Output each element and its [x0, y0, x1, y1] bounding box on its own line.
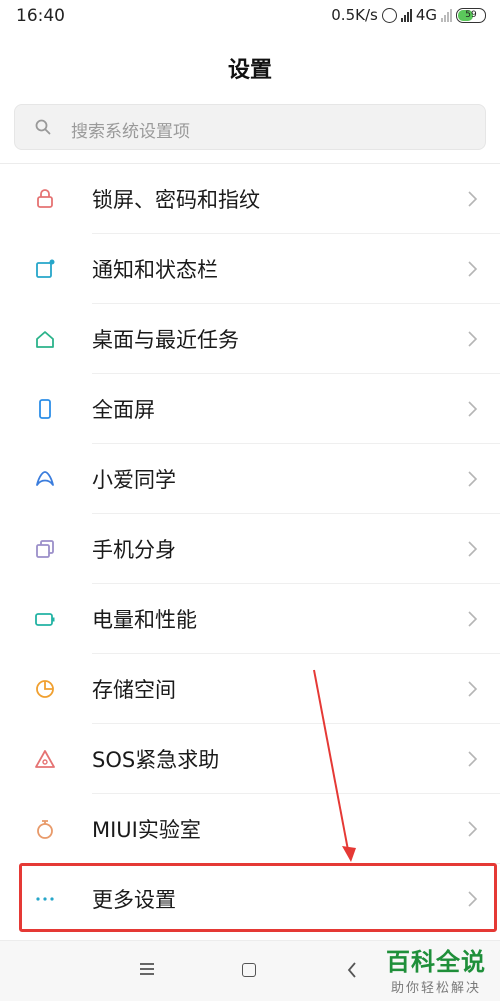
highlight-box — [19, 863, 497, 932]
lock-icon — [37, 189, 53, 208]
chevron-right-icon — [468, 191, 478, 207]
home-button-icon[interactable] — [242, 963, 256, 977]
phone-icon — [39, 399, 51, 419]
sos-icon — [35, 750, 55, 768]
settings-item-label: MIUI实验室 — [92, 818, 201, 842]
search-placeholder: 搜索系统设置项 — [71, 122, 190, 142]
signal-icon — [400, 8, 412, 22]
chevron-right-icon — [468, 261, 478, 277]
settings-list: 锁屏、密码和指纹 通知和状态栏 桌面与最近任务 全面屏小爱同学手机分身电量和性能存储空… — [0, 164, 500, 934]
chevron-right-icon — [468, 611, 478, 627]
settings-item-label: SOS紧急求助 — [92, 748, 220, 772]
settings-item-label: 手机分身 — [92, 538, 176, 562]
xiaoai-icon — [36, 471, 54, 486]
settings-item[interactable]: 电量和性能 — [0, 584, 500, 654]
page-title: 设置 — [227, 58, 272, 83]
alarm-icon — [381, 7, 397, 23]
signal-secondary-icon — [441, 8, 452, 22]
settings-item[interactable]: 桌面与最近任务 — [0, 304, 500, 374]
settings-item-label: 存储空间 — [92, 678, 176, 702]
chevron-right-icon — [468, 751, 478, 767]
watermark: 百科全说 助你轻松解决 — [386, 942, 486, 996]
net-speed: 0.5K/s — [331, 6, 378, 24]
clone-icon — [36, 540, 54, 558]
home-icon — [36, 331, 54, 348]
search-icon — [35, 119, 51, 135]
settings-item[interactable]: SOS紧急求助 — [0, 724, 500, 794]
chevron-right-icon — [468, 541, 478, 557]
settings-item[interactable]: 小爱同学 — [0, 444, 500, 514]
chevron-right-icon — [468, 681, 478, 697]
storage-icon — [36, 680, 54, 698]
status-icons: 0.5K/s 4G 59 — [331, 6, 486, 24]
settings-item-label: 桌面与最近任务 — [92, 328, 239, 352]
settings-item[interactable]: 全面屏 — [0, 374, 500, 444]
recent-apps-icon[interactable] — [138, 961, 156, 977]
battery-icon — [35, 613, 55, 626]
settings-item-label: 小爱同学 — [92, 468, 176, 492]
chevron-right-icon — [468, 471, 478, 487]
flask-icon — [37, 820, 53, 839]
settings-item[interactable]: 锁屏、密码和指纹 — [0, 164, 500, 234]
settings-item[interactable]: MIUI实验室 — [0, 794, 500, 864]
chevron-right-icon — [468, 401, 478, 417]
network-type: 4G — [415, 6, 437, 24]
status-time: 16:40 — [16, 6, 65, 26]
chevron-right-icon — [468, 331, 478, 347]
watermark-subtitle: 助你轻松解决 — [390, 981, 481, 996]
settings-item[interactable]: 通知和状态栏 — [0, 234, 500, 304]
search-input[interactable]: 搜索系统设置项 — [14, 104, 486, 150]
chevron-right-icon — [468, 821, 478, 837]
settings-item-label: 通知和状态栏 — [92, 258, 218, 282]
battery-level: 59 — [465, 9, 477, 20]
notification-icon — [36, 259, 55, 278]
status-bar: 16:40 0.5K/s 4G 59 — [0, 0, 500, 34]
settings-item-label: 全面屏 — [92, 398, 155, 422]
watermark-title: 百科全说 — [386, 948, 486, 976]
settings-item[interactable]: 手机分身 — [0, 514, 500, 584]
settings-item-label: 电量和性能 — [92, 608, 197, 632]
back-icon[interactable] — [346, 961, 358, 979]
settings-item[interactable]: 存储空间 — [0, 654, 500, 724]
settings-item-label: 锁屏、密码和指纹 — [92, 188, 260, 212]
battery-icon: 59 — [456, 7, 486, 23]
